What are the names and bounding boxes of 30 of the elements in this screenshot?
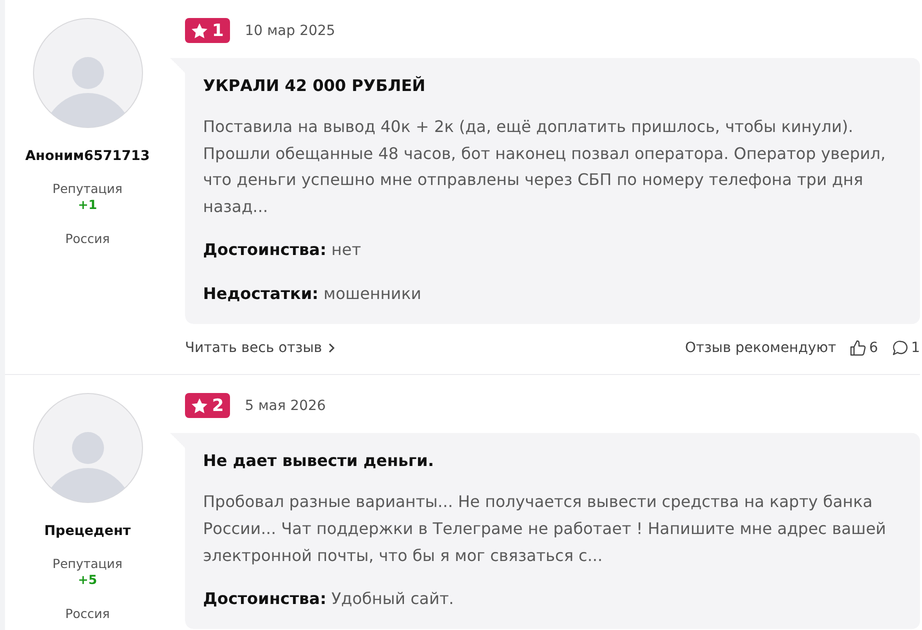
avatar-icon [32, 393, 142, 504]
review-title: Не дает вывести деньги. [203, 451, 435, 472]
reputation-value: +1 [78, 197, 98, 213]
thumbs-up-icon [850, 340, 866, 356]
review-text: Поставила на вывод 40к + 2к (да, ещё доплатить пришлось, чтобы кинули). Прошли обещанные 48 часов, бот наконец позвал оператора. Оператор уверил, что деньги успешно мне отправлены через СБП по номеру телефона три дня назад... [203, 116, 887, 218]
avatar-icon [32, 18, 142, 128]
star-icon [191, 398, 208, 414]
reputation-label: Репутация [52, 556, 122, 572]
author-name[interactable]: Прецедент [44, 522, 131, 540]
comment-button[interactable]: 1 [892, 340, 920, 356]
review-text: Пробовал разные варианты... Не получается вывести средства на карту банка России... Чат поддержки в Телеграме не работает ! Напишите мне адрес вашей электронной почты, что бы я мог связаться с... [203, 491, 888, 567]
read-more-link[interactable]: Читать весь отзыв [185, 340, 336, 356]
review-detail: Достоинства: Удобный сайт. [203, 588, 455, 610]
author-location: Россия [65, 231, 110, 247]
review-title: УКРАЛИ 42 000 РУБЛЕЙ [203, 76, 426, 96]
review-detail: Достоинства: нет [203, 239, 362, 262]
review-detail: Недостатки: мошенники [203, 283, 422, 306]
recommend-label: Отзыв рекомендуют [685, 339, 836, 358]
reputation-label: Репутация [52, 181, 122, 197]
like-button[interactable]: 6 [850, 340, 878, 356]
author-location: Россия [65, 606, 110, 622]
rating-value: 2 [212, 396, 224, 416]
author-name[interactable]: Аноним6571713 [25, 147, 150, 165]
rating-value: 1 [212, 20, 224, 40]
star-icon [191, 22, 208, 38]
chevron-right-icon [328, 343, 336, 354]
review-date: 5 мая 2026 [244, 396, 326, 415]
comment-icon [892, 340, 908, 356]
review-date: 10 мар 2025 [244, 22, 336, 40]
reputation-value: +5 [78, 572, 98, 588]
